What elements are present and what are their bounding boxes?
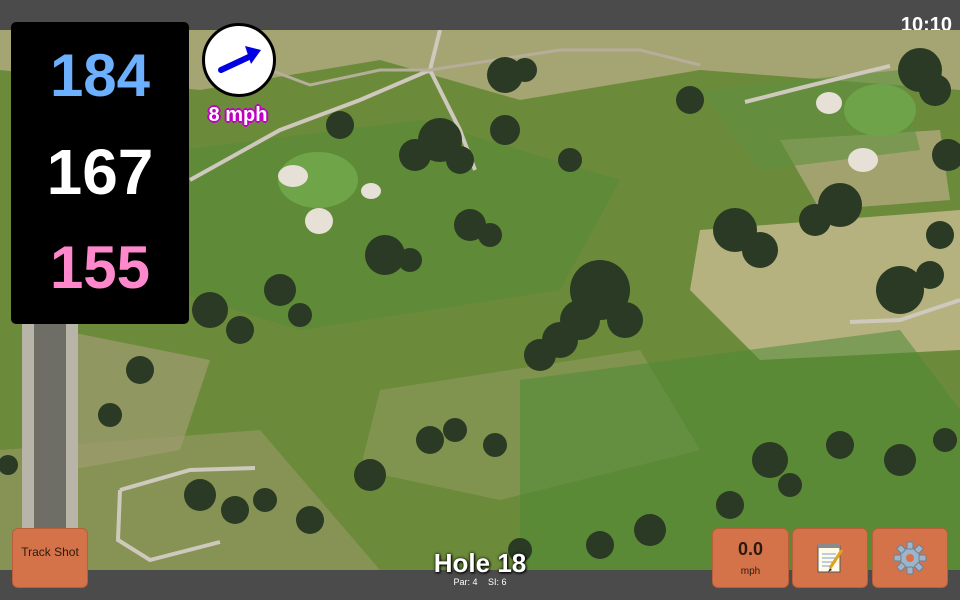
gear-icon: [893, 541, 927, 575]
speed-button[interactable]: 0.0 mph: [712, 528, 789, 588]
settings-button[interactable]: [872, 528, 948, 588]
wind-speed-label: 8 mph: [208, 104, 268, 126]
back-distance: 184: [49, 42, 151, 109]
distance-panel: 184 167 155: [11, 22, 189, 324]
arrow-up-right-icon: [218, 46, 261, 73]
notes-button[interactable]: [792, 528, 868, 588]
track-shot-button[interactable]: Track Shot: [12, 528, 88, 588]
middle-distance: 167: [46, 136, 154, 208]
stroke-index-label: SI: 6: [488, 577, 507, 587]
hole-details: Par: 4 SI: 6: [380, 577, 580, 587]
par-label: Par: 4: [453, 577, 478, 587]
hole-title: Hole 18: [433, 548, 527, 578]
front-distance: 155: [49, 234, 151, 301]
speed-value: 0.0: [737, 539, 764, 559]
speed-unit: mph: [740, 566, 761, 577]
notepad-icon: [817, 544, 844, 573]
wind-indicator: [202, 23, 276, 97]
